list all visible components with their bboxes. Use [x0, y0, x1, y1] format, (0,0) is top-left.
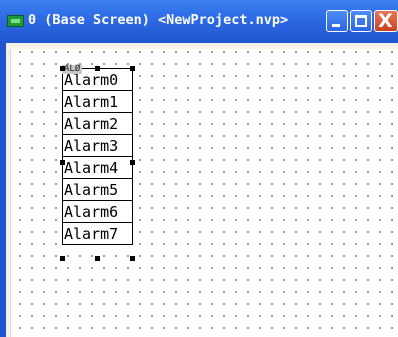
- resize-handle-left[interactable]: [60, 160, 65, 165]
- resize-handle-top[interactable]: [95, 66, 100, 71]
- resize-handle-bottom-left[interactable]: [60, 256, 65, 261]
- alarm-row-3: Alarm3: [63, 135, 132, 157]
- screen-icon: [7, 15, 24, 27]
- resize-handle-right[interactable]: [130, 160, 135, 165]
- alarm-row-7: Alarm7: [63, 223, 132, 245]
- alarm-row-2: Alarm2: [63, 113, 132, 135]
- close-icon: X: [378, 10, 393, 32]
- resize-handle-top-right[interactable]: [130, 66, 135, 71]
- editor-window: 0 (Base Screen) <NewProject.nvp> X Alarm…: [0, 0, 398, 337]
- alarm-row-5: Alarm5: [63, 179, 132, 201]
- alarm-row-1: Alarm1: [63, 91, 132, 113]
- resize-handle-bottom-right[interactable]: [130, 256, 135, 261]
- title-bar[interactable]: 0 (Base Screen) <NewProject.nvp> X: [0, 0, 398, 43]
- alarm-row-6: Alarm6: [63, 201, 132, 223]
- maximize-button[interactable]: [350, 10, 372, 32]
- alarm-row-4: Alarm4: [63, 157, 132, 179]
- resize-handle-top-left[interactable]: [60, 66, 65, 71]
- close-button[interactable]: X: [374, 10, 398, 32]
- window-title: 0 (Base Screen) <NewProject.nvp>: [28, 12, 289, 28]
- maximize-icon: [355, 15, 367, 27]
- minimize-button[interactable]: [326, 10, 348, 32]
- object-id-tag: ALØ: [62, 64, 83, 74]
- resize-handle-bottom[interactable]: [95, 256, 100, 261]
- alarm-list-object[interactable]: Alarm0 Alarm1 Alarm2 Alarm3 Alarm4 Alarm…: [62, 68, 133, 245]
- minimize-icon: [332, 24, 340, 27]
